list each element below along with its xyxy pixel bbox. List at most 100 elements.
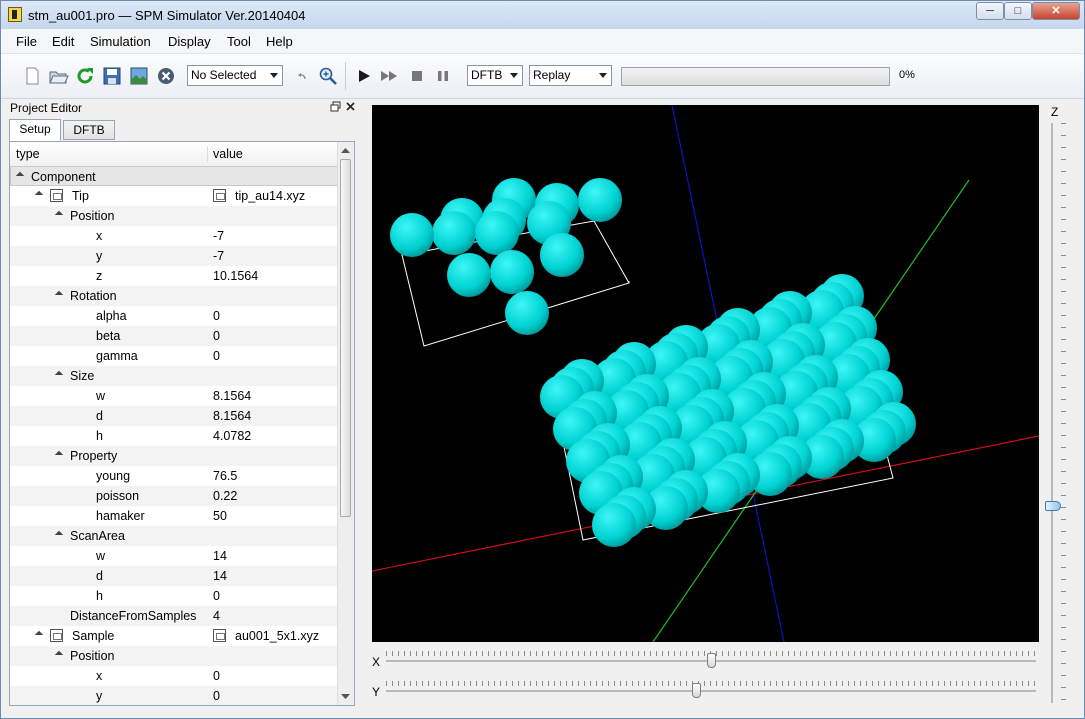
menu-edit[interactable]: Edit	[52, 34, 74, 49]
close-panel-icon[interactable]	[345, 101, 356, 112]
x-slider-thumb[interactable]	[707, 653, 716, 668]
tree-row[interactable]: Size	[10, 366, 338, 386]
new-file-icon[interactable]	[21, 65, 43, 87]
y-slider[interactable]: Y	[372, 681, 1039, 701]
atom-sphere	[490, 250, 534, 294]
x-slider[interactable]: X	[372, 651, 1039, 671]
close-button[interactable]: ✕	[1032, 2, 1080, 20]
tree-row[interactable]: Position	[10, 646, 338, 666]
open-folder-icon[interactable]	[47, 65, 69, 87]
tree-row[interactable]: Rotation	[10, 286, 338, 306]
tree-row-label: Size	[70, 369, 95, 383]
scroll-up-icon[interactable]	[341, 147, 350, 153]
expand-arrow-icon[interactable]	[54, 290, 64, 300]
tree-row[interactable]: young 76.5	[10, 466, 338, 486]
menu-help[interactable]: Help	[266, 34, 293, 49]
expand-arrow-icon[interactable]	[34, 630, 44, 640]
expand-arrow-icon[interactable]	[54, 370, 64, 380]
menu-file[interactable]: File	[16, 34, 37, 49]
z-slider-thumb[interactable]	[1045, 500, 1061, 511]
expand-arrow-icon[interactable]	[54, 210, 64, 220]
y-slider-label: Y	[372, 685, 381, 699]
tree-row[interactable]: hamaker 50	[10, 506, 338, 526]
undo-icon[interactable]	[294, 65, 310, 87]
expand-arrow-icon[interactable]	[34, 190, 44, 200]
tree-row-label: gamma	[96, 349, 138, 363]
tree-row[interactable]: Sample au001_5x1.xyz	[10, 626, 338, 646]
menu-tool[interactable]: Tool	[227, 34, 251, 49]
expand-arrow-icon[interactable]	[54, 650, 64, 660]
tree-row[interactable]: beta 0	[10, 326, 338, 346]
tree-row[interactable]: Component	[10, 166, 338, 186]
stop-icon[interactable]	[406, 65, 428, 87]
atom-sphere	[447, 253, 491, 297]
float-panel-icon[interactable]	[330, 101, 341, 112]
tree-row[interactable]: Position	[10, 206, 338, 226]
chevron-down-icon	[510, 73, 518, 78]
file-icon	[50, 189, 63, 202]
tree-row-label: Rotation	[70, 289, 117, 303]
save-icon[interactable]	[101, 65, 123, 87]
tree-row[interactable]: h 4.0782	[10, 426, 338, 446]
3d-viewport[interactable]	[372, 105, 1039, 642]
toolbar: No Selected DFTB Replay	[1, 54, 1084, 99]
scroll-down-icon[interactable]	[341, 694, 350, 700]
molecule-scene	[372, 105, 1039, 642]
tree-row-label: y	[96, 249, 103, 263]
atom-sphere	[578, 178, 622, 222]
maximize-button[interactable]: □	[1004, 2, 1032, 20]
mode-combo-value: DFTB	[471, 68, 503, 82]
tree-scrollbar[interactable]	[337, 142, 354, 705]
progress-percent: 0%	[899, 69, 915, 81]
tree-row[interactable]: Tip tip_au14.xyz	[10, 186, 338, 206]
tree-row[interactable]: Property	[10, 446, 338, 466]
column-header-type[interactable]: type	[16, 147, 40, 161]
tree-row[interactable]: poisson 0.22	[10, 486, 338, 506]
tree-row-label: w	[96, 549, 106, 563]
tab-setup[interactable]: Setup	[9, 119, 61, 141]
tree-row-label: y	[96, 689, 103, 703]
tree-row[interactable]: z 10.1564	[10, 266, 338, 286]
atom-group	[390, 178, 916, 547]
minimize-button[interactable]: ─	[976, 2, 1004, 20]
replay-combo[interactable]: Replay	[529, 65, 612, 86]
tree-row-label: x	[96, 229, 103, 243]
tab-dftb[interactable]: DFTB	[63, 120, 115, 140]
expand-arrow-icon[interactable]	[54, 530, 64, 540]
project-editor-header: Project Editor	[7, 98, 357, 117]
y-slider-thumb[interactable]	[692, 683, 701, 698]
tree-row[interactable]: w 8.1564	[10, 386, 338, 406]
expand-arrow-icon[interactable]	[54, 450, 64, 460]
fast-forward-icon[interactable]	[378, 65, 400, 87]
reload-icon[interactable]	[74, 65, 96, 87]
close-circle-icon[interactable]	[155, 65, 177, 87]
tree-row[interactable]: gamma 0	[10, 346, 338, 366]
tree-row-label: ScanArea	[70, 529, 125, 543]
tree-row[interactable]: d 8.1564	[10, 406, 338, 426]
zoom-icon[interactable]	[317, 65, 339, 87]
tree-row[interactable]: alpha 0	[10, 306, 338, 326]
menu-simulation[interactable]: Simulation	[90, 34, 151, 49]
z-slider-track[interactable]	[1051, 123, 1053, 703]
tree-row[interactable]: d 14	[10, 566, 338, 586]
selection-combo[interactable]: No Selected	[187, 65, 283, 86]
tree-row-label: z	[96, 269, 103, 283]
scroll-thumb[interactable]	[340, 159, 351, 517]
pause-icon[interactable]	[432, 65, 454, 87]
mode-combo[interactable]: DFTB	[467, 65, 523, 86]
tree-row[interactable]: DistanceFromSamples 4	[10, 606, 338, 626]
column-header-value[interactable]: value	[213, 147, 243, 161]
tree-row[interactable]: y0	[10, 686, 338, 705]
tree-row[interactable]: y -7	[10, 246, 338, 266]
image-icon[interactable]	[128, 65, 150, 87]
tree-row[interactable]: x -7	[10, 226, 338, 246]
expand-arrow-icon[interactable]	[15, 171, 25, 181]
tree-row[interactable]: h0	[10, 586, 338, 606]
tree-row[interactable]: ScanArea	[10, 526, 338, 546]
tree-row[interactable]: w 14	[10, 546, 338, 566]
app-icon	[8, 7, 22, 22]
menu-display[interactable]: Display	[168, 34, 211, 49]
tree-row[interactable]: x0	[10, 666, 338, 686]
play-icon[interactable]	[353, 65, 375, 87]
tree-row-value: 4.0782	[213, 429, 252, 443]
